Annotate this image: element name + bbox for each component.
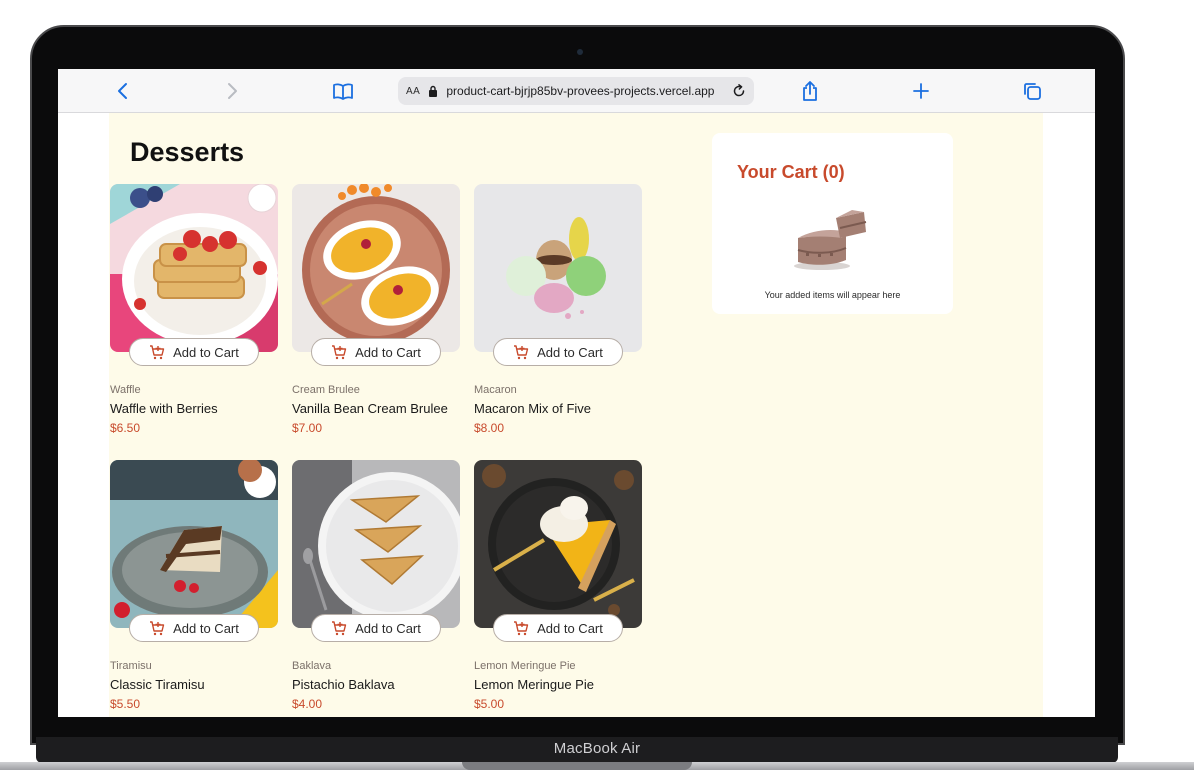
empty-cart-cake-icon <box>792 208 872 279</box>
address-bar[interactable]: AA product-cart-bjrjp85bv-provees-projec… <box>398 77 754 105</box>
reader-aa-button[interactable]: AA <box>406 86 420 97</box>
product-category: Macaron <box>474 384 517 396</box>
product-name: Lemon Meringue Pie <box>474 677 594 692</box>
plus-icon[interactable] <box>909 79 933 103</box>
add-cart-icon <box>513 620 529 636</box>
product-category: Baklava <box>292 660 332 672</box>
product-price: $6.50 <box>110 421 141 435</box>
web-page: Desserts Add to Cart Waffle Waffle with … <box>109 113 1043 717</box>
product-name: Classic Tiramisu <box>110 677 205 692</box>
add-to-cart-label: Add to Cart <box>537 620 603 636</box>
reload-icon[interactable] <box>732 84 746 98</box>
screen: AA product-cart-bjrjp85bv-provees-projec… <box>58 69 1095 717</box>
product-image-tiramisu <box>110 460 278 628</box>
add-cart-icon <box>149 344 165 360</box>
product-image-cream-brulee <box>292 184 460 352</box>
product-name: Waffle with Berries <box>110 401 218 416</box>
add-to-cart-label: Add to Cart <box>173 344 239 360</box>
cart-title: Your Cart (0) <box>737 162 845 182</box>
product-name: Pistachio Baklava <box>292 677 395 692</box>
add-to-cart-label: Add to Cart <box>173 620 239 636</box>
add-cart-icon <box>149 620 165 636</box>
add-cart-icon <box>513 344 529 360</box>
add-to-cart-button[interactable]: Add to Cart <box>493 614 623 642</box>
add-to-cart-label: Add to Cart <box>537 344 603 360</box>
product-price: $4.00 <box>292 697 323 711</box>
add-to-cart-label: Add to Cart <box>355 620 421 636</box>
add-to-cart-label: Add to Cart <box>355 344 421 360</box>
product-category: Tiramisu <box>110 660 152 672</box>
device-label: MacBook Air <box>553 740 641 757</box>
cart-empty-message: Your added items will appear here <box>764 290 901 300</box>
laptop-notch <box>462 762 692 770</box>
product-image-waffle <box>110 184 278 352</box>
book-icon[interactable] <box>331 79 355 103</box>
camera-dot <box>577 49 583 55</box>
lock-icon <box>428 85 438 97</box>
product-image-lemon-meringue-pie <box>474 460 642 628</box>
url-text: product-cart-bjrjp85bv-provees-projects.… <box>446 84 715 98</box>
product-image-baklava <box>292 460 460 628</box>
share-icon[interactable] <box>798 79 822 103</box>
chevron-left-icon[interactable] <box>110 79 134 103</box>
product-price: $5.50 <box>110 697 141 711</box>
add-to-cart-button[interactable]: Add to Cart <box>493 338 623 366</box>
product-image-macaron <box>474 184 642 352</box>
add-cart-icon <box>331 344 347 360</box>
browser-toolbar: AA product-cart-bjrjp85bv-provees-projec… <box>58 69 1095 113</box>
product-price: $5.00 <box>474 697 505 711</box>
product-category: Lemon Meringue Pie <box>474 660 576 672</box>
product-name: Macaron Mix of Five <box>474 401 592 416</box>
add-to-cart-button[interactable]: Add to Cart <box>311 614 441 642</box>
product-name: Vanilla Bean Cream Brulee <box>292 401 448 416</box>
cart-panel: Your Cart (0) Your added items will appe… <box>712 133 953 314</box>
add-to-cart-button[interactable]: Add to Cart <box>311 338 441 366</box>
product-category: Waffle <box>110 384 141 396</box>
product-price: $8.00 <box>474 421 505 435</box>
chevron-right-icon[interactable] <box>221 79 245 103</box>
product-price: $7.00 <box>292 421 323 435</box>
add-to-cart-button[interactable]: Add to Cart <box>129 338 259 366</box>
page-title: Desserts <box>130 137 245 167</box>
add-to-cart-button[interactable]: Add to Cart <box>129 614 259 642</box>
tabs-icon[interactable] <box>1020 79 1044 103</box>
product-category: Cream Brulee <box>292 384 360 396</box>
add-cart-icon <box>331 620 347 636</box>
